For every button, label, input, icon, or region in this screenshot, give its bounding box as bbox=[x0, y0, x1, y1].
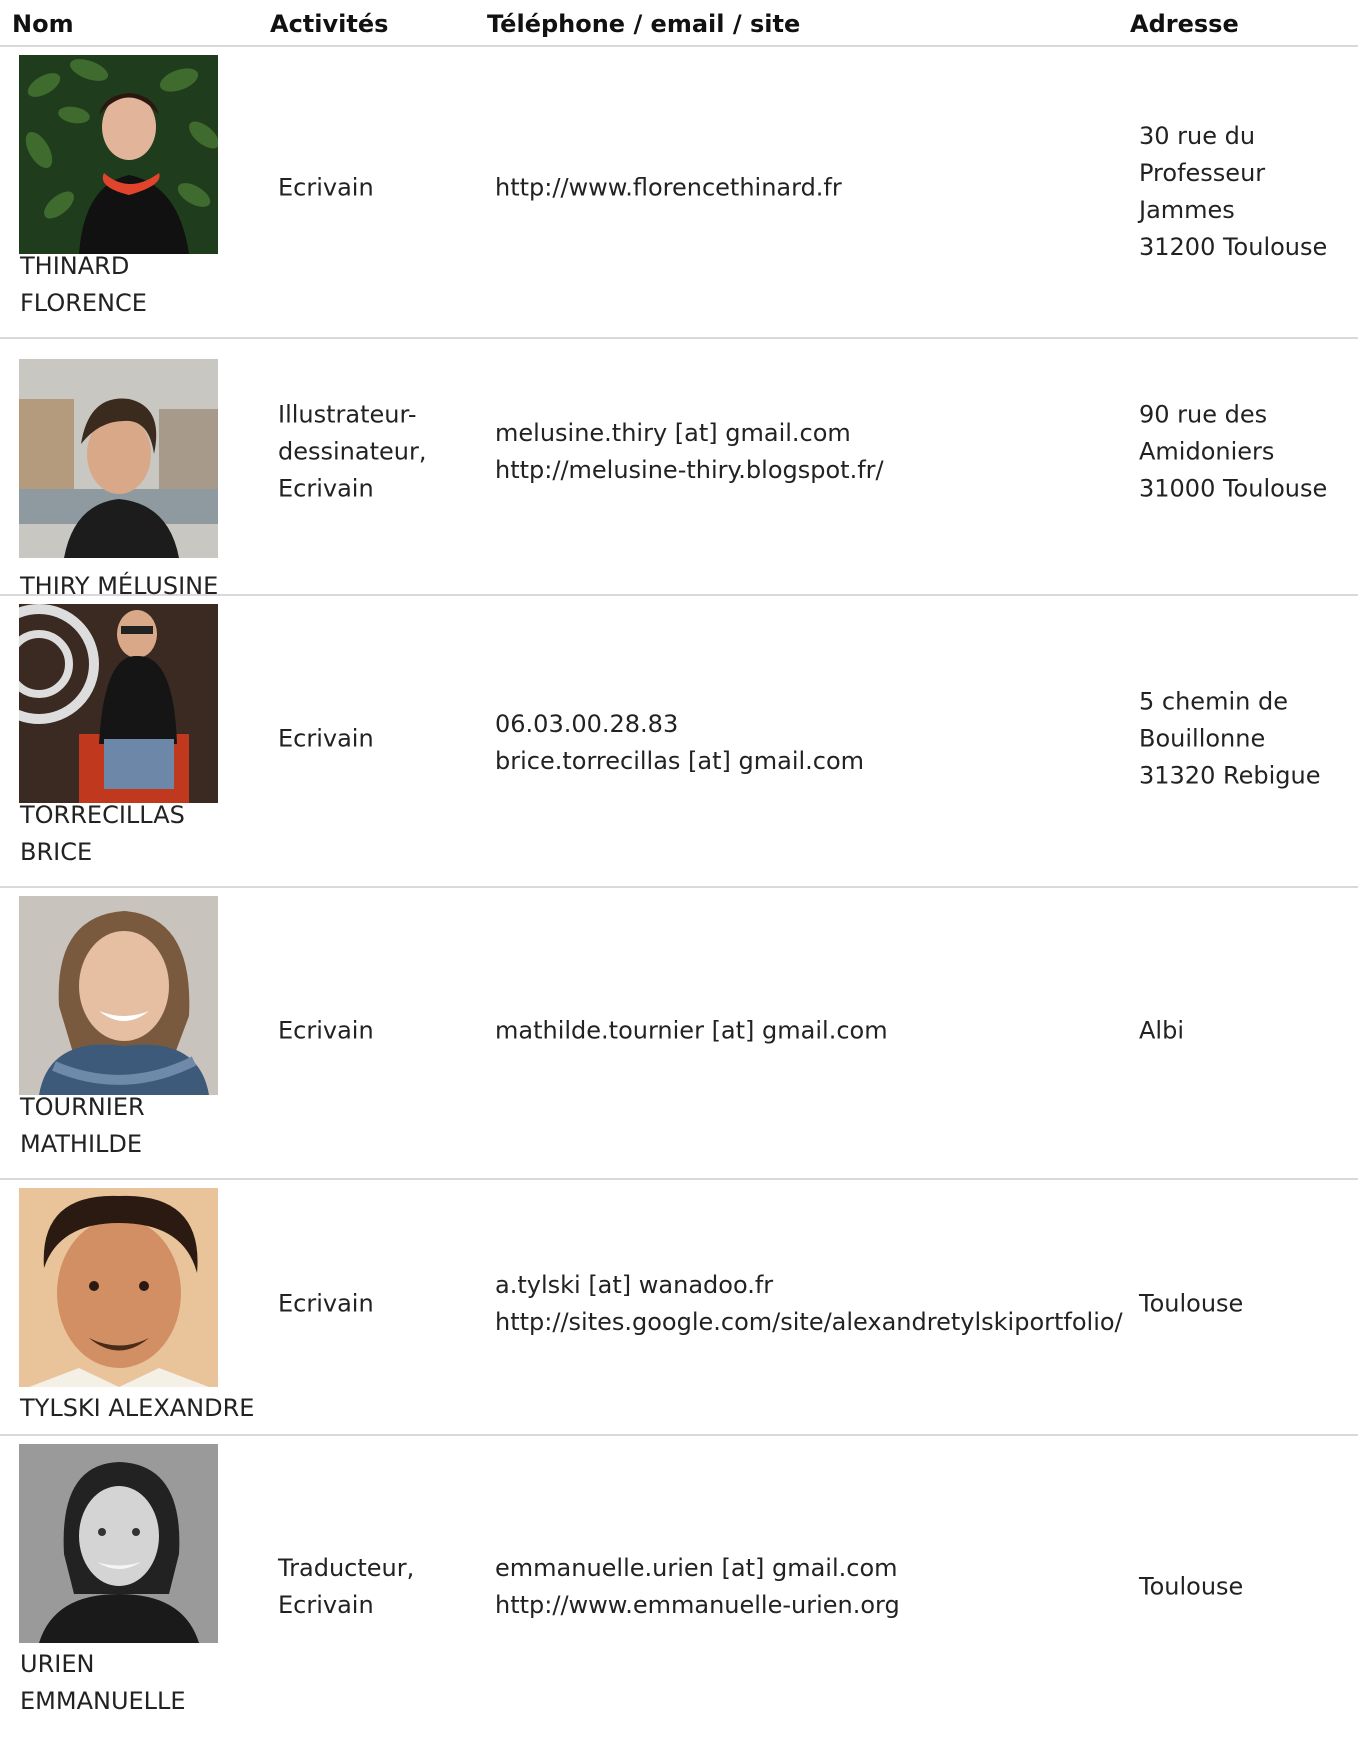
contact-cell[interactable]: a.tylski [at] wanadoo.fr http://sites.go… bbox=[495, 1267, 1135, 1341]
portrait-photo bbox=[19, 359, 218, 558]
portrait-photo bbox=[19, 604, 218, 803]
activity-cell: Ecrivain bbox=[278, 173, 374, 202]
person-name: TOURNIER MATHILDE bbox=[20, 1093, 145, 1158]
activity-cell: Ecrivain bbox=[278, 1016, 374, 1045]
activity-cell: Traducteur, Ecrivain bbox=[278, 1554, 415, 1619]
contact-link[interactable]: mathilde.tournier [at] gmail.com bbox=[495, 1017, 888, 1045]
header-adresse: Adresse bbox=[1130, 10, 1239, 38]
person-name: URIEN EMMANUELLE bbox=[20, 1650, 186, 1715]
activity-cell: Illustrateur- dessinateur, Ecrivain bbox=[278, 400, 427, 503]
activity-cell: Ecrivain bbox=[278, 724, 374, 753]
contact-cell[interactable]: melusine.thiry [at] gmail.com http://mel… bbox=[495, 415, 1135, 489]
table-row: THIRY MÉLUSINE Illustrateur- dessinateur… bbox=[0, 339, 1358, 600]
contact-cell[interactable]: http://www.florencethinard.fr bbox=[495, 170, 1135, 207]
person-name: TYLSKI ALEXANDRE bbox=[20, 1394, 255, 1422]
contact-link[interactable]: http://www.florencethinard.fr bbox=[495, 174, 842, 202]
portrait-photo bbox=[19, 1188, 218, 1387]
address-cell: Albi bbox=[1139, 1016, 1184, 1045]
contact-link[interactable]: emmanuelle.urien [at] gmail.com http://w… bbox=[495, 1554, 900, 1619]
table-row: URIEN EMMANUELLE Traducteur, Ecrivain em… bbox=[0, 1436, 1358, 1739]
table-row: TORRECILLAS BRICE Ecrivain 06.03.00.28.8… bbox=[0, 596, 1358, 888]
contact-cell[interactable]: mathilde.tournier [at] gmail.com bbox=[495, 1013, 1135, 1050]
portrait-photo bbox=[19, 55, 218, 254]
address-cell: Toulouse bbox=[1139, 1572, 1244, 1601]
activity-cell: Ecrivain bbox=[278, 1289, 374, 1318]
portrait-photo bbox=[19, 1444, 218, 1643]
table-row: THINARD FLORENCE Ecrivain http://www.flo… bbox=[0, 47, 1358, 339]
header-contact: Téléphone / email / site bbox=[487, 10, 801, 38]
contact-link[interactable]: melusine.thiry [at] gmail.com http://mel… bbox=[495, 419, 884, 484]
address-cell: 30 rue du Professeur Jammes 31200 Toulou… bbox=[1139, 122, 1328, 261]
table-header: Nom Activités Téléphone / email / site A… bbox=[0, 0, 1358, 47]
person-name: THINARD FLORENCE bbox=[20, 252, 147, 317]
contact-cell[interactable]: 06.03.00.28.83 brice.torrecillas [at] gm… bbox=[495, 706, 1135, 780]
contact-link[interactable]: 06.03.00.28.83 brice.torrecillas [at] gm… bbox=[495, 710, 864, 775]
portrait-photo bbox=[19, 896, 218, 1095]
table-row: TOURNIER MATHILDE Ecrivain mathilde.tour… bbox=[0, 888, 1358, 1180]
header-activites: Activités bbox=[270, 10, 389, 38]
address-cell: 5 chemin de Bouillonne 31320 Rebigue bbox=[1139, 687, 1321, 790]
contact-cell[interactable]: emmanuelle.urien [at] gmail.com http://w… bbox=[495, 1550, 1135, 1624]
address-cell: 90 rue des Amidoniers 31000 Toulouse bbox=[1139, 400, 1328, 503]
contact-link[interactable]: a.tylski [at] wanadoo.fr http://sites.go… bbox=[495, 1271, 1123, 1336]
address-cell: Toulouse bbox=[1139, 1289, 1244, 1318]
person-name: TORRECILLAS BRICE bbox=[20, 801, 185, 866]
table-row: TYLSKI ALEXANDRE Ecrivain a.tylski [at] … bbox=[0, 1180, 1358, 1436]
header-nom: Nom bbox=[12, 10, 74, 38]
